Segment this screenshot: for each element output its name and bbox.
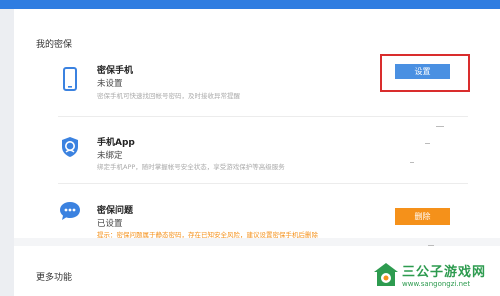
item-status: 已设置	[97, 219, 123, 229]
security-item-question: 密保问题 已设置 提示：密保问题属于静态密码，存在已知安全风险，建议设置密保手机…	[14, 193, 500, 239]
watermark-logo-icon	[372, 261, 400, 293]
left-sidebar-strip	[0, 9, 14, 296]
delete-question-button[interactable]: 删除	[395, 208, 450, 225]
top-bar	[0, 0, 500, 9]
speck	[428, 245, 434, 246]
divider	[58, 116, 468, 117]
security-item-app: 手机App 未绑定 绑定手机APP，随时掌握帐号安全状态，享受游戏保护等高级服务	[14, 127, 500, 187]
divider	[58, 183, 468, 184]
item-status: 未设置	[97, 79, 123, 89]
item-title: 密保问题	[97, 206, 134, 216]
security-item-phone: 密保手机 未设置 密保手机可快速找回帐号密码，及时接收异常提醒 设置	[14, 54, 500, 121]
section-title: 我的密保	[36, 40, 73, 50]
more-features-title: 更多功能	[36, 273, 73, 283]
item-description: 绑定手机APP，随时掌握帐号安全状态，享受游戏保护等高级服务	[97, 163, 285, 171]
item-status: 未绑定	[97, 151, 123, 161]
phone-icon	[58, 65, 82, 93]
chat-bubble-icon	[58, 197, 82, 225]
speck	[410, 162, 414, 163]
speck	[425, 143, 430, 144]
shield-icon	[58, 133, 82, 161]
watermark-title: 三公子游戏网	[402, 265, 487, 280]
item-title: 手机App	[97, 138, 135, 148]
watermark: 三公子游戏网 www.sangongzi.net	[368, 256, 498, 294]
set-phone-button[interactable]: 设置	[395, 64, 450, 79]
speck	[436, 126, 444, 127]
item-title: 密保手机	[97, 66, 134, 76]
security-panel: 我的密保 密保手机 未设置 密保手机可快速找回帐号密码，及时接收异常提醒 设置 …	[14, 9, 500, 239]
item-description: 密保手机可快速找回帐号密码，及时接收异常提醒	[97, 92, 240, 100]
watermark-url: www.sangongzi.net	[402, 280, 471, 288]
item-warning: 提示：密保问题属于静态密码，存在已知安全风险，建议设置密保手机后删除	[97, 231, 318, 239]
